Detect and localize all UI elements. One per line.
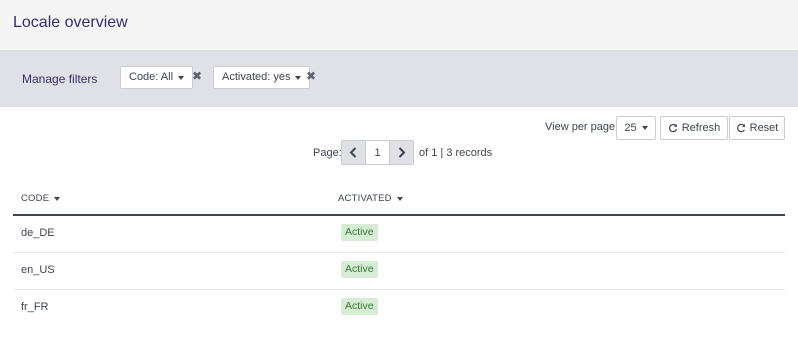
pagination-summary: of 1 | 3 records [419,147,493,159]
table-row[interactable]: en_US Active [13,252,785,290]
remove-icon[interactable]: ✖ [192,69,202,83]
column-header-code[interactable]: CODE [21,193,61,204]
caret-down-icon [295,75,302,80]
filter-bar: Manage filters Code: All ✖ Activated: ye… [0,50,798,107]
code-cell: de_DE [21,227,55,239]
pagination-control: 1 [341,140,414,165]
current-page[interactable]: 1 [365,141,390,164]
view-per-page-value: 25 [624,122,637,134]
filter-activated-label: Activated: yes [222,71,291,83]
column-header-activated[interactable]: ACTIVATED [338,193,403,204]
next-page-button[interactable] [390,141,413,164]
reset-button[interactable]: Reset [729,116,785,140]
view-per-page-label: View per page: [545,121,619,133]
caret-down-icon [641,126,648,130]
status-badge: Active [341,298,378,315]
table-row[interactable]: fr_FR Active [13,289,785,326]
page-title: Locale overview [13,14,128,31]
caret-down-icon [178,75,185,80]
refresh-icon [668,123,677,133]
manage-filters-button[interactable]: Manage filters [22,72,97,86]
caret-down-icon [54,196,61,201]
filter-code-button[interactable]: Code: All [120,66,194,89]
caret-down-icon [396,196,403,201]
refresh-label: Refresh [681,122,721,134]
filter-code-label: Code: All [129,71,174,83]
chevron-left-icon [349,147,357,158]
status-badge: Active [341,261,378,278]
column-header-code-label: CODE [21,193,50,204]
refresh-button[interactable]: Refresh [660,116,728,140]
view-per-page-select[interactable]: 25 [616,116,656,140]
reset-icon [736,123,745,133]
remove-icon[interactable]: ✖ [306,69,316,83]
filter-activated-button[interactable]: Activated: yes [213,66,311,89]
column-header-activated-label: ACTIVATED [338,193,392,204]
page-header: Locale overview [0,0,798,50]
page-label: Page: [313,147,342,159]
status-badge: Active [341,224,378,241]
code-cell: fr_FR [21,301,49,313]
reset-label: Reset [749,122,779,134]
table-header: CODE ACTIVATED [13,182,785,216]
table-row[interactable]: de_DE Active [13,215,785,253]
code-cell: en_US [21,264,55,276]
previous-page-button[interactable] [342,141,365,164]
chevron-right-icon [398,147,406,158]
